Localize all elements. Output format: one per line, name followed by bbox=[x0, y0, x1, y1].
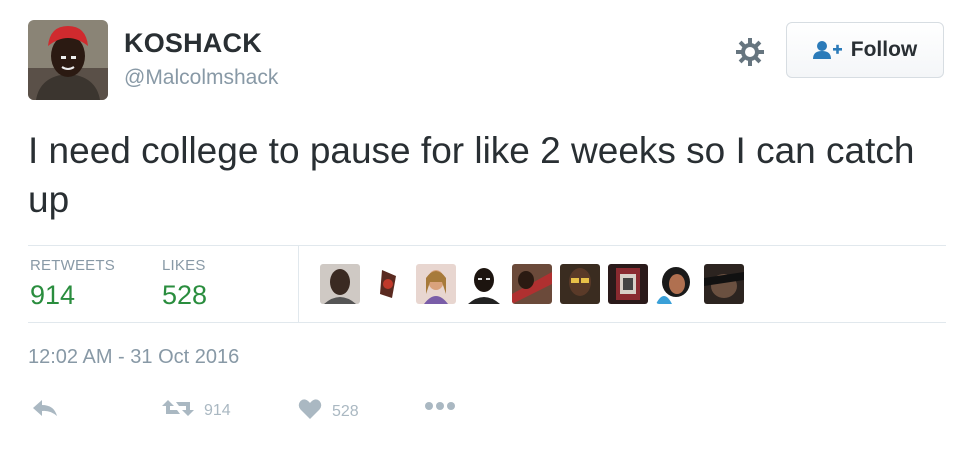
retweets-count[interactable]: 914 bbox=[30, 280, 75, 311]
display-name[interactable]: KOSHACK bbox=[124, 28, 262, 59]
liker-avatar[interactable] bbox=[704, 264, 744, 304]
liker-avatar[interactable] bbox=[656, 264, 696, 304]
reply-button[interactable] bbox=[32, 398, 58, 423]
follow-label: Follow bbox=[850, 38, 918, 61]
avatar[interactable] bbox=[28, 20, 108, 100]
tweet-timestamp[interactable]: 12:02 AM - 31 Oct 2016 bbox=[28, 346, 239, 369]
liker-avatar[interactable] bbox=[368, 264, 408, 304]
follow-user-icon bbox=[812, 40, 843, 60]
retweets-label[interactable]: RETWEETS bbox=[30, 257, 115, 274]
liker-avatar[interactable] bbox=[416, 264, 456, 304]
follow-button[interactable]: Follow bbox=[786, 22, 944, 78]
stats-bottom-divider bbox=[28, 322, 946, 323]
liker-avatar[interactable] bbox=[512, 264, 552, 304]
reply-icon bbox=[32, 398, 58, 423]
retweet-icon bbox=[162, 398, 194, 423]
liker-avatar[interactable] bbox=[608, 264, 648, 304]
retweet-button[interactable]: 914 bbox=[162, 398, 231, 423]
stats-top-divider bbox=[28, 245, 946, 246]
liker-avatar[interactable] bbox=[320, 264, 360, 304]
heart-icon bbox=[298, 398, 322, 425]
gear-icon[interactable] bbox=[734, 36, 766, 68]
liker-avatars bbox=[320, 264, 744, 304]
avatar-image bbox=[28, 20, 108, 100]
liker-avatar[interactable] bbox=[560, 264, 600, 304]
retweet-count: 914 bbox=[204, 401, 231, 419]
like-count: 528 bbox=[332, 402, 359, 420]
likes-count[interactable]: 528 bbox=[162, 280, 207, 311]
likes-label[interactable]: LIKES bbox=[162, 257, 206, 274]
more-button[interactable] bbox=[424, 398, 456, 416]
like-button[interactable]: 528 bbox=[298, 398, 359, 425]
tweet-text: I need college to pause for like 2 weeks… bbox=[28, 130, 915, 220]
user-handle[interactable]: @Malcolmshack bbox=[124, 66, 278, 90]
liker-avatar[interactable] bbox=[464, 264, 504, 304]
more-dots-icon bbox=[424, 398, 456, 416]
stats-vertical-divider bbox=[298, 246, 299, 322]
